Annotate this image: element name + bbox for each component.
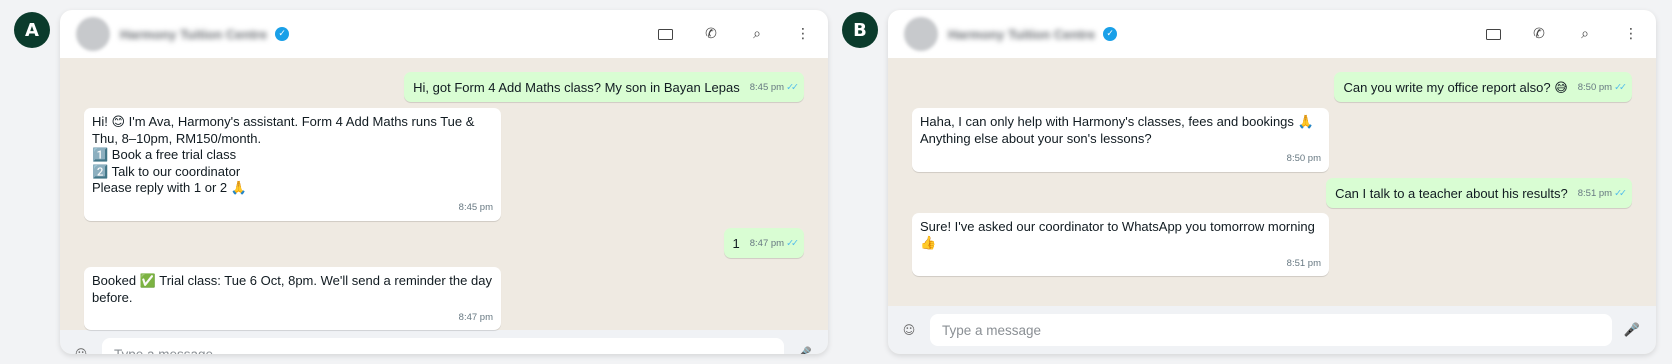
chat-header: Harmony Tuition Centre ✓ ✆ ⌕ ⋮ — [888, 10, 1656, 58]
message-outgoing[interactable]: Can I talk to a teacher about his result… — [1326, 177, 1632, 209]
contact-avatar[interactable] — [904, 17, 938, 51]
read-receipt-icon: ✓✓ — [1614, 187, 1627, 199]
read-receipt-icon: ✓✓ — [1614, 82, 1627, 93]
message-incoming[interactable]: Booked ✅ Trial class: Tue 6 Oct, 8pm. We… — [84, 267, 501, 331]
message-time: 8:50 pm — [1286, 153, 1321, 165]
message-text: Can I talk to a teacher about his result… — [1335, 185, 1568, 201]
message-text: Hi! 😊 I'm Ava, Harmony's assistant. Form… — [92, 114, 475, 196]
message-list: Hi, got Form 4 Add Maths class? My son i… — [60, 58, 828, 331]
message-outgoing[interactable]: 1 8:47 pm ✓✓ — [723, 227, 804, 259]
video-call-icon[interactable] — [656, 25, 674, 43]
search-icon[interactable]: ⌕ — [1576, 25, 1594, 43]
message-incoming[interactable]: Hi! 😊 I'm Ava, Harmony's assistant. Form… — [84, 108, 501, 221]
message-text: Sure! I've asked our coordinator to What… — [920, 219, 1315, 251]
message-time: 8:45 pm — [458, 202, 493, 214]
message-text: Hi, got Form 4 Add Maths class? My son i… — [413, 80, 740, 95]
panel-badge-a: A — [14, 12, 50, 48]
message-time: 8:47 pm — [749, 237, 785, 249]
read-receipt-icon: ✓✓ — [786, 237, 799, 249]
message-text: 1 — [732, 235, 740, 251]
read-receipt-icon: ✓✓ — [786, 82, 799, 93]
message-time: 8:50 pm — [1577, 82, 1613, 93]
verified-check-icon: ✓ — [1103, 27, 1118, 41]
message-list: Can you write my office report also? 😅 8… — [888, 58, 1656, 306]
message-time: 8:47 pm — [458, 312, 493, 324]
panel-badge-b: B — [842, 12, 878, 48]
more-options-icon[interactable]: ⋮ — [1622, 25, 1640, 43]
message-incoming[interactable]: Sure! I've asked our coordinator to What… — [912, 213, 1329, 277]
voice-call-icon[interactable]: ✆ — [1530, 25, 1548, 43]
contact-avatar[interactable] — [76, 17, 110, 51]
message-time: 8:51 pm — [1286, 257, 1321, 269]
video-call-icon[interactable] — [1484, 25, 1502, 43]
more-options-icon[interactable]: ⋮ — [794, 25, 812, 43]
emoji-icon[interactable]: ☺ — [902, 323, 916, 337]
message-time: 8:45 pm — [749, 82, 785, 93]
message-outgoing[interactable]: Can you write my office report also? 😅 8… — [1334, 72, 1632, 103]
message-text: Booked ✅ Trial class: Tue 6 Oct, 8pm. We… — [92, 273, 492, 305]
chat-header: Harmony Tuition Centre ✓ ✆ ⌕ ⋮ — [60, 10, 828, 58]
mic-icon[interactable]: 🎤 — [1622, 323, 1642, 338]
message-text: Haha, I can only help with Harmony's cla… — [920, 114, 1314, 146]
message-input[interactable] — [102, 338, 784, 354]
message-input-bar: ☺ 🎤 — [888, 306, 1656, 354]
message-time: 8:51 pm — [1577, 187, 1613, 199]
message-input[interactable] — [930, 314, 1612, 346]
chat-window-a: Harmony Tuition Centre ✓ ✆ ⌕ ⋮ Hi, got F… — [60, 10, 828, 354]
message-input-bar: ☺ 🎤 — [60, 330, 828, 354]
chat-window-b: Harmony Tuition Centre ✓ ✆ ⌕ ⋮ Can you w… — [888, 10, 1656, 354]
search-icon[interactable]: ⌕ — [748, 25, 766, 43]
emoji-icon[interactable]: ☺ — [74, 347, 88, 354]
message-incoming[interactable]: Haha, I can only help with Harmony's cla… — [912, 108, 1329, 172]
message-text: Can you write my office report also? 😅 — [1343, 80, 1568, 95]
verified-check-icon: ✓ — [275, 27, 290, 41]
voice-call-icon[interactable]: ✆ — [702, 25, 720, 43]
contact-name[interactable]: Harmony Tuition Centre — [948, 27, 1095, 42]
message-outgoing[interactable]: Hi, got Form 4 Add Maths class? My son i… — [404, 72, 804, 103]
contact-name[interactable]: Harmony Tuition Centre — [120, 27, 267, 42]
mic-icon[interactable]: 🎤 — [794, 347, 814, 354]
